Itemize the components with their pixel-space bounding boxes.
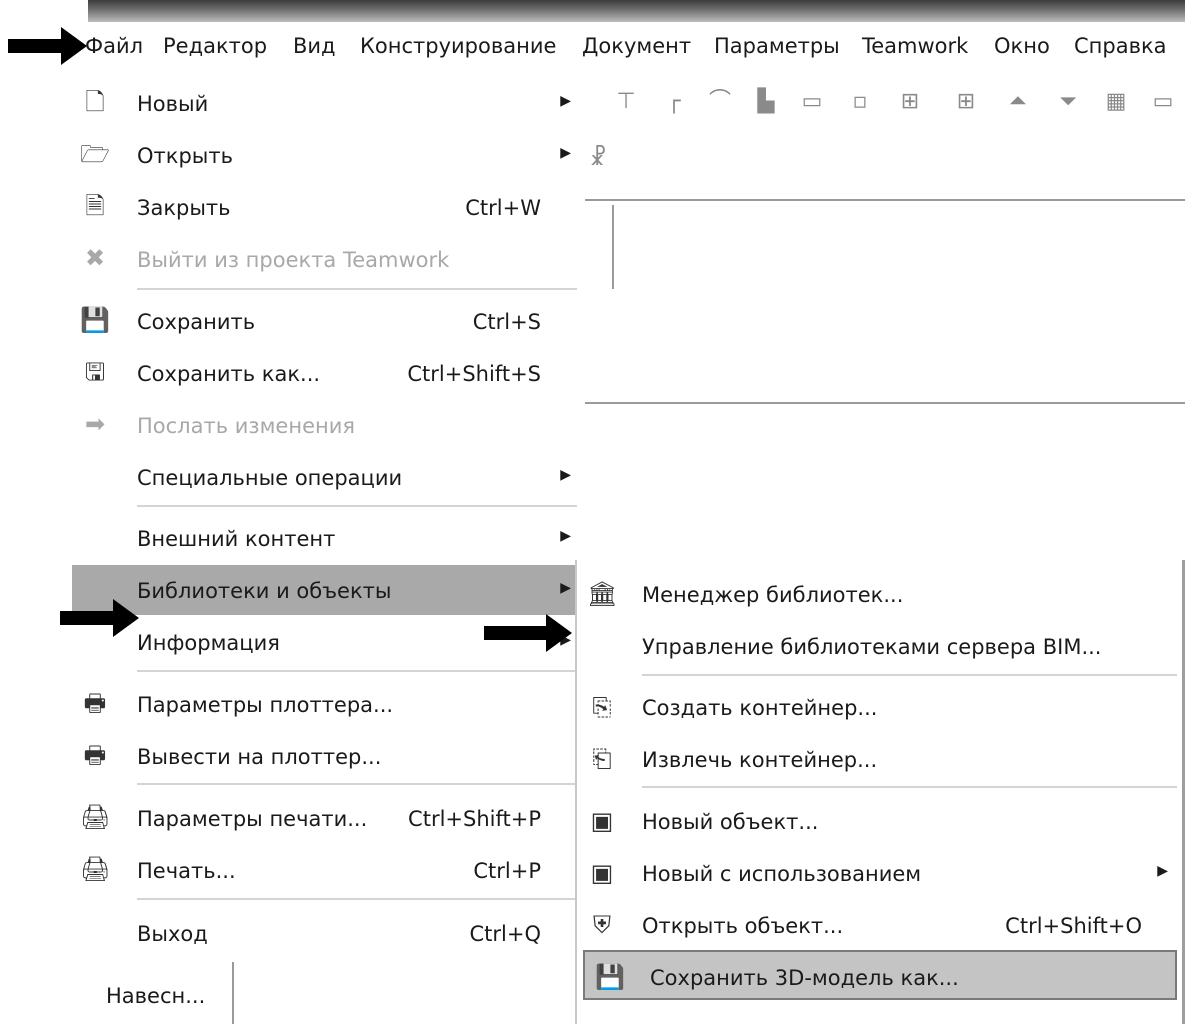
close-document-icon: 🗎 bbox=[85, 192, 105, 220]
panel-divider bbox=[585, 199, 1185, 201]
toolbar-tool-icon[interactable]: ┌ bbox=[661, 85, 687, 119]
libraries-submenu: 🏛 Менеджер библиотек... Управление библи… bbox=[575, 560, 1185, 1024]
menu-help[interactable]: Справка bbox=[1074, 34, 1167, 58]
toolbar-tool-icon[interactable]: ▙ bbox=[753, 85, 779, 119]
shortcut: Ctrl+Shift+P bbox=[408, 807, 541, 831]
bottom-tab[interactable]: Навесн... bbox=[88, 962, 234, 1024]
toolbar-tool-icon[interactable]: ⏶ bbox=[1005, 85, 1031, 119]
extract-container-icon: ⎗ bbox=[592, 745, 612, 773]
new-document-icon: 🗋 bbox=[85, 88, 105, 116]
menu-file[interactable]: Файл bbox=[85, 34, 143, 58]
toolbar-area: ⊤ ┌ ⌒ ▙ ▭ ▫ ⊞ ⊞ ⏶ ⏷ ▦ ▭ ☧ bbox=[585, 72, 1185, 404]
menu-item-close[interactable]: 🗎 Закрыть Ctrl+W bbox=[72, 182, 585, 232]
pointer-arrow-icon bbox=[484, 614, 572, 652]
floppy-disk-icon: 💾 bbox=[80, 306, 110, 334]
menu-separator bbox=[137, 898, 577, 900]
panel-divider bbox=[612, 205, 614, 289]
submenu-item-bim-server-libraries[interactable]: Управление библиотеками сервера BIM... bbox=[577, 621, 1182, 671]
menu-options[interactable]: Параметры bbox=[714, 34, 840, 58]
shortcut: Ctrl+Shift+O bbox=[1005, 914, 1142, 938]
menu-separator bbox=[642, 786, 1177, 788]
menu-window[interactable]: Окно bbox=[994, 34, 1050, 58]
submenu-arrow-icon: ▶ bbox=[560, 467, 571, 483]
submenu-arrow-icon: ▶ bbox=[560, 580, 571, 596]
submenu-item-create-container[interactable]: ⎘ Создать контейнер... bbox=[577, 682, 1182, 732]
menu-item-plot[interactable]: 🖶 Вывести на плоттер... bbox=[72, 731, 585, 781]
menu-separator bbox=[137, 288, 577, 290]
pointer-arrow-icon bbox=[8, 27, 87, 65]
submenu-item-library-manager[interactable]: 🏛 Менеджер библиотек... bbox=[577, 569, 1182, 619]
menu-item-plotter-settings[interactable]: 🖶 Параметры плоттера... bbox=[72, 679, 585, 729]
create-container-icon: ⎘ bbox=[592, 693, 612, 721]
toolbar-tool-icon[interactable]: ⊞ bbox=[953, 85, 979, 119]
submenu-item-save-3d-model[interactable]: 💾 Сохранить 3D-модель как... bbox=[583, 950, 1177, 1000]
panel-divider bbox=[585, 402, 1185, 404]
menu-item-special-operations[interactable]: Специальные операции ▶ bbox=[72, 452, 585, 502]
plotter-settings-icon: 🖶 bbox=[83, 689, 107, 717]
toolbar-tool-icon[interactable]: ▭ bbox=[1150, 85, 1176, 119]
menu-item-save[interactable]: 💾 Сохранить Ctrl+S bbox=[72, 296, 585, 346]
menu-editor[interactable]: Редактор bbox=[163, 34, 267, 58]
menu-item-save-as[interactable]: 🖫 Сохранить как... Ctrl+Shift+S bbox=[72, 348, 585, 398]
menu-item-leave-teamwork: ✖ Выйти из проекта Teamwork bbox=[72, 234, 585, 284]
menu-item-external-content[interactable]: Внешний контент ▶ bbox=[72, 513, 585, 563]
menu-document[interactable]: Документ bbox=[582, 34, 691, 58]
save-as-icon: 🖫 bbox=[84, 358, 106, 386]
submenu-arrow-icon: ▶ bbox=[560, 528, 571, 544]
toolbar-tool-icon[interactable]: ▫ bbox=[847, 85, 873, 119]
library-manager-icon: 🏛 bbox=[587, 580, 618, 608]
menu-bar: Файл Редактор Вид Конструирование Докуме… bbox=[0, 22, 1185, 72]
shortcut: Ctrl+W bbox=[465, 196, 541, 220]
submenu-arrow-icon: ▶ bbox=[1157, 863, 1168, 879]
person-icon: ☧ bbox=[589, 146, 607, 171]
open-object-icon: ⛨ bbox=[593, 911, 611, 939]
send-arrow-icon: ➡ bbox=[84, 410, 106, 438]
toolbar-tool-icon[interactable]: ⌒ bbox=[707, 85, 733, 119]
printer-icon: 🖨 bbox=[80, 855, 111, 883]
new-object-using-icon: ▣ bbox=[590, 859, 614, 887]
menu-item-information[interactable]: Информация ▶ bbox=[72, 617, 585, 667]
plotter-icon: 🖶 bbox=[83, 741, 107, 769]
pointer-arrow-icon bbox=[60, 599, 139, 637]
menu-design[interactable]: Конструирование bbox=[360, 34, 556, 58]
menu-separator bbox=[137, 783, 577, 785]
window-title-strip bbox=[88, 0, 1185, 22]
menu-item-print[interactable]: 🖨 Печать... Ctrl+P bbox=[72, 845, 585, 895]
submenu-arrow-icon: ▶ bbox=[560, 93, 571, 109]
submenu-item-new-using[interactable]: ▣ Новый с использованием ▶ bbox=[577, 848, 1182, 898]
teamwork-leave-icon: ✖ bbox=[84, 244, 106, 272]
menu-item-exit[interactable]: Выход Ctrl+Q bbox=[72, 908, 585, 958]
submenu-item-partial[interactable]: ▬ bbox=[577, 1008, 1182, 1024]
menu-item-new[interactable]: 🗋 Новый ▶ bbox=[72, 78, 585, 128]
save-3d-model-icon: 💾 bbox=[595, 963, 625, 991]
menu-separator bbox=[642, 674, 1177, 676]
toolbar-tool-icon[interactable]: ▦ bbox=[1103, 85, 1129, 119]
file-menu: 🗋 Новый ▶ 🗁 Открыть ▶ 🗎 Закрыть Ctrl+W ✖… bbox=[72, 72, 585, 967]
menu-item-libraries-objects[interactable]: Библиотеки и объекты ▶ bbox=[72, 565, 585, 615]
submenu-item-new-object[interactable]: ▣ Новый объект... bbox=[577, 796, 1182, 846]
menu-view[interactable]: Вид bbox=[293, 34, 336, 58]
new-object-icon: ▣ bbox=[590, 807, 614, 835]
toolbar-tool-icon[interactable]: ▭ bbox=[799, 85, 825, 119]
submenu-item-open-object[interactable]: ⛨ Открыть объект... Ctrl+Shift+O bbox=[577, 900, 1182, 950]
shortcut: Ctrl+Q bbox=[469, 922, 542, 946]
submenu-arrow-icon: ▶ bbox=[560, 145, 571, 161]
menu-separator bbox=[137, 670, 577, 672]
shortcut: Ctrl+Shift+S bbox=[407, 362, 541, 386]
menu-teamwork[interactable]: Teamwork bbox=[862, 34, 968, 58]
menu-separator bbox=[137, 505, 577, 507]
toolbar-tool-icon[interactable]: ⊤ bbox=[613, 85, 639, 119]
print-settings-icon: 🖨 bbox=[80, 803, 111, 831]
shortcut: Ctrl+P bbox=[473, 859, 541, 883]
toolbar-tool-icon[interactable]: ⊞ bbox=[897, 85, 923, 119]
bottom-tab-label: Навесн... bbox=[106, 984, 206, 1008]
submenu-item-extract-container[interactable]: ⎗ Извлечь контейнер... bbox=[577, 734, 1182, 784]
toolbar-tool-icon[interactable]: ⏷ bbox=[1055, 85, 1081, 119]
shortcut: Ctrl+S bbox=[472, 310, 541, 334]
object-icon: ▬ bbox=[587, 1018, 617, 1024]
open-folder-icon: 🗁 bbox=[80, 140, 110, 168]
menu-item-send-changes: ➡ Послать изменения bbox=[72, 400, 585, 450]
menu-item-open[interactable]: 🗁 Открыть ▶ bbox=[72, 130, 585, 180]
menu-item-print-settings[interactable]: 🖨 Параметры печати... Ctrl+Shift+P bbox=[72, 793, 585, 843]
